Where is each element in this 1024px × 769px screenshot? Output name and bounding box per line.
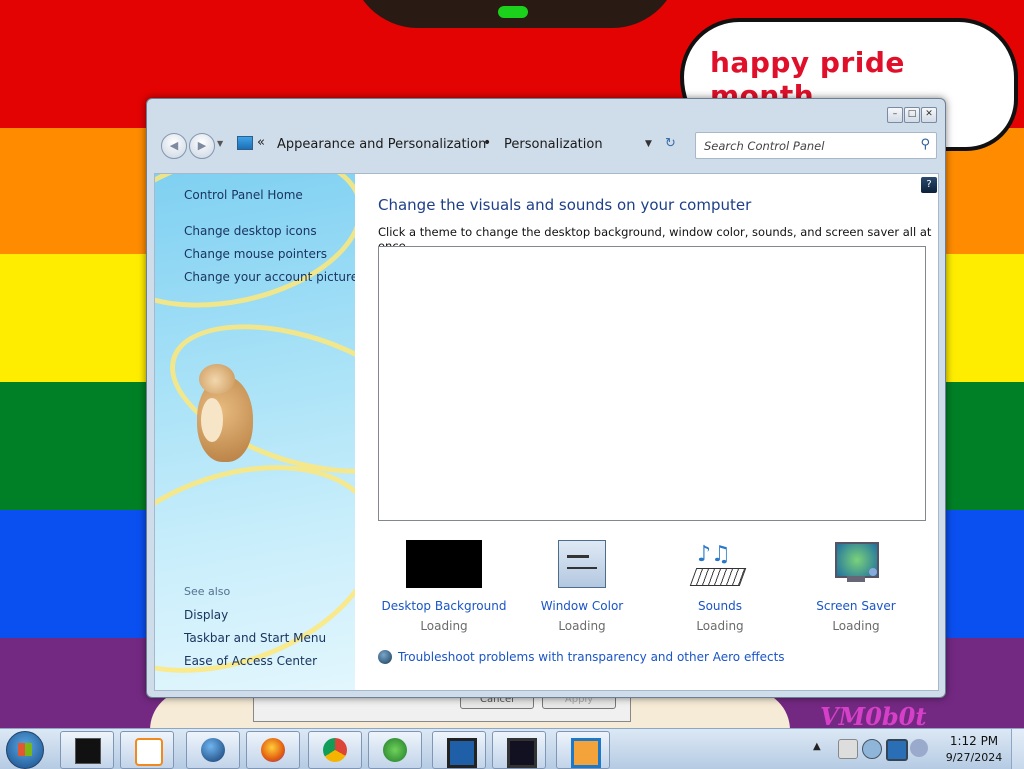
change-desktop-icons-link[interactable]: Change desktop icons [184,224,317,238]
troubleshoot-link[interactable]: Troubleshoot problems with transparency … [398,650,785,664]
ease-of-access-link[interactable]: Ease of Access Center [184,654,317,668]
action-center-icon[interactable] [838,739,858,759]
change-mouse-pointers-link[interactable]: Change mouse pointers [184,247,327,261]
taskbar-display-settings[interactable] [492,731,546,769]
navigation-bar: ◀ ▶ ▼ « Appearance and Personalization •… [147,127,945,165]
clock-date[interactable]: 9/27/2024 [942,751,1006,764]
troubleshoot-row[interactable]: Troubleshoot problems with transparency … [378,650,785,664]
screen-saver-status: Loading [832,619,880,633]
theme-list[interactable] [378,246,926,521]
taskbar-virtualbox[interactable] [556,731,610,769]
troubleshoot-icon [378,650,392,664]
volume-icon[interactable] [910,739,928,757]
personalization-window: – □ ✕ ◀ ▶ ▼ « Appearance and Personaliza… [146,98,946,698]
display-settings-icon [507,738,537,768]
desktop-background-icon [369,540,519,590]
breadcrumb-appearance[interactable]: Appearance and Personalization [277,137,486,152]
sounds-label[interactable]: Sounds [645,599,795,613]
control-panel-icon [237,136,253,150]
taskbar-download-manager[interactable] [368,731,422,769]
content-area: Control Panel Home Change desktop icons … [154,173,939,691]
terminal-icon [75,738,101,764]
breadcrumb-overflow[interactable]: « [257,135,265,150]
taskbar-monitor[interactable] [432,731,486,769]
notification-area [834,733,934,765]
screen-saver-icon [781,540,931,590]
change-account-picture-link[interactable]: Change your account picture [184,270,355,284]
taskbar-chrome[interactable] [308,731,362,769]
show-hidden-icons-icon[interactable]: ▲ [813,741,821,752]
left-task-pane: Control Panel Home Change desktop icons … [155,174,355,690]
sounds-status: Loading [696,619,744,633]
main-pane: ? Change the visuals and sounds on your … [355,174,938,690]
vm-logo: VM0b0t [820,702,927,731]
screen-saver-label[interactable]: Screen Saver [781,599,931,613]
download-manager-icon [383,738,407,762]
media-player-icon [135,738,163,766]
firefox-icon [261,738,285,762]
address-dropdown-icon[interactable]: ▼ [645,139,652,149]
hamster-image [189,364,255,464]
recent-pages-dropdown-icon[interactable]: ▼ [217,139,223,148]
minimize-button[interactable]: – [887,107,903,123]
back-button[interactable]: ◀ [161,133,187,159]
breadcrumb-separator[interactable]: • [483,135,491,151]
monitor-icon [447,738,477,768]
caption-buttons: – □ ✕ [887,107,937,123]
screen-saver-option[interactable]: Screen Saver Loading [781,540,931,633]
taskbar: ▲ 1:12 PM 9/27/2024 [0,728,1024,769]
taskbar-terminal[interactable] [60,731,114,769]
refresh-icon[interactable]: ↻ [665,136,676,151]
chrome-icon [323,738,347,762]
control-panel-home-link[interactable]: Control Panel Home [184,188,303,202]
user-tray-icon[interactable] [862,739,882,759]
breadcrumb-personalization[interactable]: Personalization [504,137,603,152]
taskbar-firefox[interactable] [246,731,300,769]
search-input[interactable]: Search Control Panel ⚲ [695,132,937,159]
page-title: Change the visuals and sounds on your co… [378,196,752,214]
window-color-icon [507,540,657,590]
sounds-option[interactable]: ♪♫ Sounds Loading [645,540,795,633]
virtualbox-icon [571,738,601,768]
window-color-label[interactable]: Window Color [507,599,657,613]
title-bar[interactable]: – □ ✕ [147,99,945,127]
globe-icon [201,738,225,762]
desktop-background-option[interactable]: Desktop Background Loading [369,540,519,633]
close-button[interactable]: ✕ [921,107,937,123]
taskbar-start-menu-link[interactable]: Taskbar and Start Menu [184,631,326,645]
search-icon[interactable]: ⚲ [920,137,930,152]
desktop-background-label[interactable]: Desktop Background [369,599,519,613]
taskbar-globe[interactable] [186,731,240,769]
wallpaper-character-eye [498,6,528,18]
window-color-option[interactable]: Window Color Loading [507,540,657,633]
forward-button[interactable]: ▶ [189,133,215,159]
search-placeholder: Search Control Panel [704,139,825,153]
network-icon[interactable] [886,739,908,761]
maximize-button[interactable]: □ [904,107,920,123]
sounds-icon: ♪♫ [645,540,795,590]
window-color-status: Loading [558,619,606,633]
help-icon[interactable]: ? [921,177,937,193]
taskbar-media-player[interactable] [120,731,174,769]
start-button[interactable] [6,731,44,769]
see-also-heading: See also [184,585,231,598]
display-link[interactable]: Display [184,608,228,622]
clock-time[interactable]: 1:12 PM [942,734,1006,748]
show-desktop-button[interactable] [1011,729,1024,769]
desktop-background-status: Loading [420,619,468,633]
